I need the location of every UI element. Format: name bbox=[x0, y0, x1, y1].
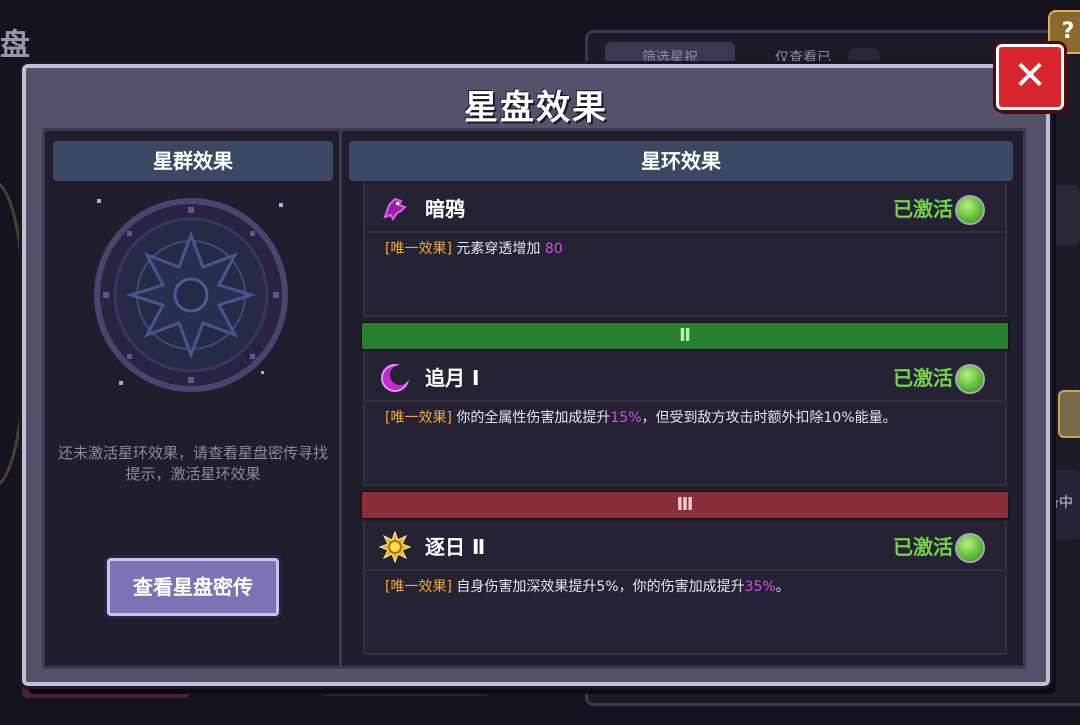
modal-title: 星盘效果 bbox=[464, 88, 608, 128]
effect-status: 已激活 bbox=[893, 197, 953, 221]
active-indicator-icon bbox=[955, 533, 985, 563]
effect-text: ，但受到敌方攻击时额外扣除10%能量。 bbox=[641, 410, 897, 426]
background-side-slot bbox=[1050, 185, 1080, 245]
crow-icon bbox=[383, 197, 407, 221]
background-title: 盘 bbox=[0, 28, 30, 63]
effect-description: [唯一效果] 元素穿透增加 80 bbox=[385, 239, 985, 259]
effect-name: 逐日 Ⅱ bbox=[425, 535, 486, 559]
background-toggle[interactable] bbox=[848, 48, 880, 64]
effect-value: 35% bbox=[744, 579, 776, 595]
sun-icon bbox=[379, 531, 411, 563]
unique-effect-tag: [唯一效果] bbox=[385, 410, 452, 426]
close-button[interactable]: ✕ bbox=[996, 44, 1064, 110]
background-side-item: 备中 bbox=[1045, 470, 1080, 540]
effect-status: 已激活 bbox=[893, 366, 953, 390]
effect-value: 80 bbox=[544, 241, 563, 257]
effect-text: 自身伤害加深效果提升5%，你的伤害加成提升 bbox=[456, 579, 745, 595]
unique-effect-tag: [唯一效果] bbox=[385, 579, 452, 595]
effect-name: 暗鸦 bbox=[425, 197, 465, 221]
divider bbox=[365, 400, 1005, 402]
effect-name: 追月 Ⅰ bbox=[425, 366, 480, 390]
modal-content: 星群效果 还未激活星环效果，请查看星盘密传寻找提示，激活星环效果 查看星盘密传 … bbox=[42, 128, 1026, 669]
effect-card: 追月 Ⅰ 已激活 [唯一效果] 你的全属性伤害加成提升15%，但受到敌方攻击时额… bbox=[363, 352, 1007, 486]
activation-hint: 还未激活星环效果，请查看星盘密传寻找提示，激活星环效果 bbox=[57, 444, 328, 483]
column-divider bbox=[339, 131, 342, 666]
effect-text: 。 bbox=[775, 579, 790, 595]
divider bbox=[365, 231, 1005, 233]
tier-divider-2: Ⅱ bbox=[361, 322, 1009, 350]
effect-text: 元素穿透增加 bbox=[456, 241, 541, 257]
effect-status: 已激活 bbox=[893, 535, 953, 559]
tier-divider-3: Ⅲ bbox=[361, 491, 1009, 519]
astrolabe-effects-modal: 星盘效果 星群效果 还未激活星环效果，请查看星盘密传寻找提示，激活星环效果 查看… bbox=[22, 64, 1050, 686]
effect-value: 15% bbox=[610, 410, 642, 426]
effect-text: 你的全属性伤害加成提升 bbox=[456, 410, 611, 426]
divider bbox=[365, 569, 1005, 571]
view-astrolabe-secret-button[interactable]: 查看星盘密传 bbox=[107, 558, 279, 616]
astrolabe-disk-icon bbox=[94, 198, 288, 392]
effect-description: [唯一效果] 自身伤害加深效果提升5%，你的伤害加成提升35%。 bbox=[385, 577, 985, 597]
active-indicator-icon bbox=[955, 195, 985, 225]
unique-effect-tag: [唯一效果] bbox=[385, 241, 452, 257]
background-side-badge bbox=[1058, 390, 1080, 438]
active-indicator-icon bbox=[955, 364, 985, 394]
effect-description: [唯一效果] 你的全属性伤害加成提升15%，但受到敌方攻击时额外扣除10%能量。 bbox=[385, 408, 985, 428]
effect-card: 逐日 Ⅱ 已激活 [唯一效果] 自身伤害加深效果提升5%，你的伤害加成提升35%… bbox=[363, 521, 1007, 655]
star-ring-effects-header: 星环效果 bbox=[349, 141, 1013, 181]
crescent-moon-icon bbox=[381, 364, 410, 392]
constellation-effects-header: 星群效果 bbox=[53, 141, 333, 181]
effect-card: 暗鸦 已激活 [唯一效果] 元素穿透增加 80 bbox=[363, 183, 1007, 317]
